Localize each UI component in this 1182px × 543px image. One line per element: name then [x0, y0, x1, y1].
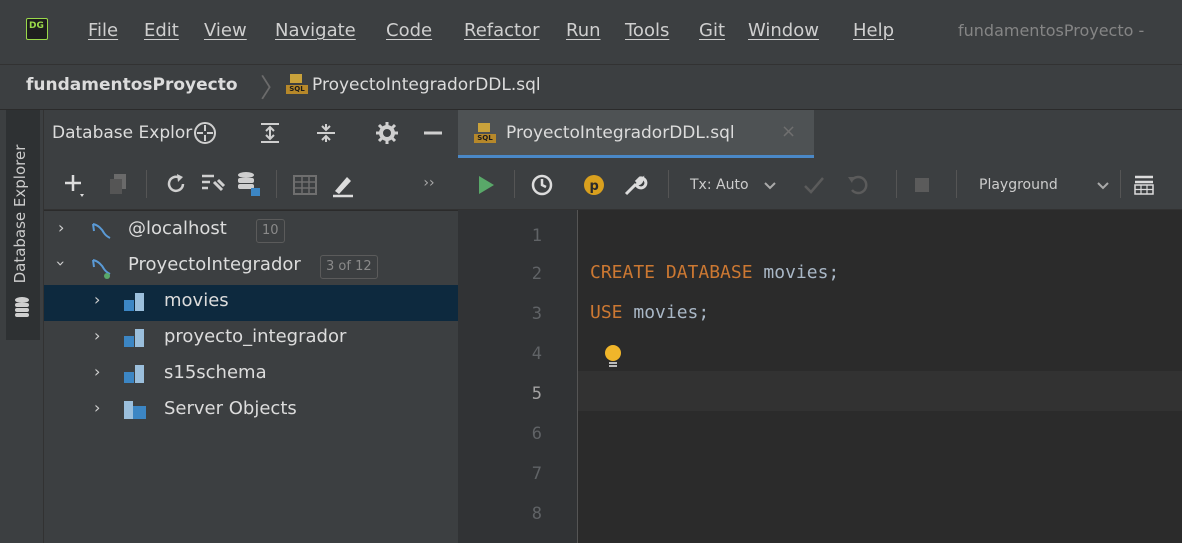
session-mode-select[interactable]: Playground [979, 177, 1058, 193]
gear-icon[interactable] [374, 120, 400, 146]
tree-item-movies[interactable]: › movies [44, 285, 458, 321]
menu-help[interactable]: Help [853, 20, 894, 41]
tree-item-localhost[interactable]: › @localhost 10 [44, 213, 458, 249]
line-number: 7 [531, 464, 542, 484]
breadcrumb-project[interactable]: fundamentosProyecto [26, 75, 238, 95]
breadcrumb-separator-icon: 〉 [260, 74, 287, 104]
menu-navigate[interactable]: Navigate [275, 20, 356, 41]
toolbar-separator [668, 170, 669, 198]
count-badge: 10 [256, 219, 285, 243]
schema-icon [124, 329, 144, 347]
toolbar-separator [514, 170, 515, 198]
sql-file-icon: SQL [286, 74, 308, 94]
code-line-3: USE movies; [590, 293, 709, 333]
chevron-down-icon[interactable]: › [52, 260, 71, 266]
explorer-title: Database Explor [52, 123, 193, 143]
code-identifier: movies; [633, 302, 710, 323]
schema-icon [124, 365, 144, 383]
menu-edit[interactable]: Edit [144, 20, 179, 41]
count-badge: 3 of 12 [320, 255, 378, 279]
chevron-right-icon[interactable]: › [94, 362, 100, 381]
breadcrumb-file[interactable]: ProyectoIntegradorDDL.sql [312, 75, 541, 95]
tree-item-label: movies [164, 290, 229, 311]
code-identifier: movies; [763, 262, 840, 283]
toolbar-separator [1120, 170, 1121, 198]
data-source-properties-icon[interactable] [236, 170, 262, 198]
menu-tools[interactable]: Tools [625, 20, 669, 41]
line-number-current: 5 [531, 384, 542, 404]
code-keyword: USE [590, 302, 623, 323]
mysql-dolphin-icon [92, 259, 111, 279]
menu-refactor[interactable]: Refactor [464, 20, 540, 41]
tree-item-proyecto-integrador[interactable]: › proyecto_integrador [44, 321, 458, 357]
chevron-right-icon[interactable]: › [94, 326, 100, 345]
chevron-down-icon[interactable] [763, 180, 777, 192]
tree-item-label: @localhost [128, 218, 227, 239]
rollback-icon[interactable] [846, 174, 870, 196]
more-tools-icon[interactable]: ›› [414, 168, 444, 198]
database-explorer-strip-label: Database Explorer [11, 144, 29, 284]
close-icon[interactable]: × [781, 121, 796, 142]
collapse-all-icon[interactable] [314, 122, 338, 144]
menu-view[interactable]: View [204, 20, 247, 41]
toolbar-separator [896, 170, 897, 198]
tree-item-label: Server Objects [164, 398, 297, 419]
schema-sync-icon[interactable] [200, 172, 226, 196]
chevron-down-icon[interactable] [1096, 180, 1110, 192]
current-line-highlight [578, 371, 1182, 411]
tab-label: ProyectoIntegradorDDL.sql [506, 123, 735, 143]
database-icon[interactable] [14, 296, 30, 318]
wrench-icon[interactable] [622, 172, 648, 198]
results-table-icon[interactable] [1132, 174, 1156, 196]
toolbar-separator [276, 170, 277, 198]
svg-text:p: p [590, 179, 599, 194]
table-view-icon[interactable] [292, 174, 318, 196]
crosshair-icon[interactable] [192, 120, 218, 146]
menu-file[interactable]: File [88, 20, 118, 41]
tree-item-label: proyecto_integrador [164, 326, 347, 347]
lightbulb-icon[interactable] [604, 344, 622, 370]
chevron-right-icon[interactable]: › [58, 218, 64, 237]
edit-icon[interactable] [330, 172, 356, 198]
menu-window[interactable]: Window [748, 20, 819, 41]
line-number: 1 [531, 226, 542, 246]
code-keyword: CREATE DATABASE [590, 262, 753, 283]
parameters-icon[interactable]: p [582, 173, 606, 197]
commit-icon[interactable] [802, 174, 826, 196]
menu-git[interactable]: Git [699, 20, 725, 41]
menu-run[interactable]: Run [566, 20, 601, 41]
toolbar-separator [146, 170, 147, 198]
line-number: 6 [531, 424, 542, 444]
minimize-icon[interactable] [422, 124, 444, 142]
sql-file-icon: SQL [474, 123, 496, 143]
stop-icon[interactable] [912, 175, 932, 195]
line-number: 3 [531, 304, 542, 324]
server-objects-icon [124, 401, 146, 419]
line-number: 8 [531, 504, 542, 524]
mysql-dolphin-icon [92, 223, 111, 239]
chevron-right-icon[interactable]: › [94, 290, 100, 309]
line-number: 2 [531, 264, 542, 284]
toolbar-separator [956, 170, 957, 198]
chevron-right-icon[interactable]: › [94, 398, 100, 417]
window-title: fundamentosProyecto - [958, 21, 1145, 40]
transaction-mode-select[interactable]: Tx: Auto [690, 177, 749, 193]
refresh-icon[interactable] [164, 172, 188, 196]
menu-code[interactable]: Code [386, 20, 432, 41]
line-number: 4 [531, 344, 542, 364]
app-logo-icon: DG [26, 18, 48, 40]
tree-item-label: ProyectoIntegrador [128, 254, 301, 275]
add-icon[interactable] [62, 172, 88, 198]
code-line-2: CREATE DATABASE movies; [590, 253, 839, 293]
tree-item-server-objects[interactable]: › Server Objects [44, 393, 458, 429]
run-icon[interactable] [476, 174, 496, 196]
tree-item-s15schema[interactable]: › s15schema [44, 357, 458, 393]
copy-icon[interactable] [108, 172, 130, 196]
tree-item-label: s15schema [164, 362, 267, 383]
history-icon[interactable] [530, 173, 554, 197]
tree-item-proyectointegrador[interactable]: › ProyectoIntegrador 3 of 12 [44, 249, 458, 285]
expand-all-icon[interactable] [258, 122, 282, 144]
schema-icon [124, 293, 144, 311]
